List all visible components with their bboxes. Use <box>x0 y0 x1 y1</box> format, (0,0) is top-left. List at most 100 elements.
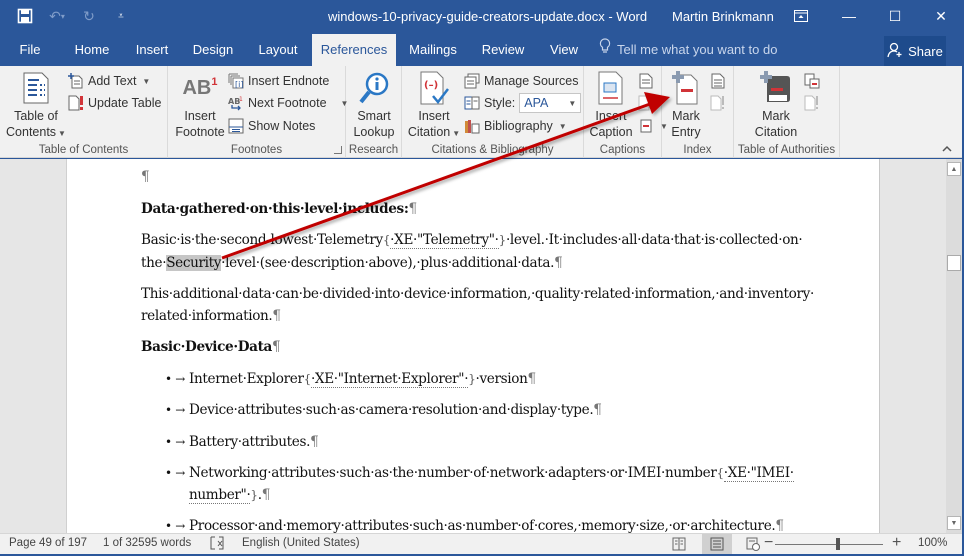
read-mode-icon[interactable] <box>664 534 694 554</box>
svg-text:1: 1 <box>239 96 243 103</box>
update-table-label: Update Table <box>88 96 162 110</box>
word-count[interactable]: 1 of 32595 words <box>103 537 191 549</box>
close-button[interactable]: ✕ <box>918 0 964 32</box>
minimize-button[interactable]: — <box>826 0 872 32</box>
xe-field-telemetry[interactable]: ·XE·"Telemetry"· <box>390 232 499 249</box>
proofing-icon[interactable] <box>210 536 224 553</box>
tab-home[interactable]: Home <box>66 34 118 66</box>
tab-design[interactable]: Design <box>188 34 238 66</box>
lightbulb-icon <box>599 34 611 66</box>
zoom-out-button[interactable]: − <box>764 534 773 552</box>
scroll-down-arrow-icon[interactable]: ▼ <box>947 516 961 530</box>
scrollbar-thumb[interactable] <box>947 255 961 271</box>
page-indicator[interactable]: Page 49 of 197 <box>9 537 87 549</box>
insert-index-icon <box>710 73 726 89</box>
style-dropdown[interactable]: APA ▼ <box>519 93 582 113</box>
insert-citation-label-2: Citation <box>407 125 451 139</box>
redo-icon[interactable]: ↻ <box>80 7 98 25</box>
share-button[interactable]: Share <box>884 36 946 66</box>
chevron-down-icon: ▼ <box>568 98 577 108</box>
tab-mailings[interactable]: Mailings <box>404 34 462 66</box>
window-title: windows-10-privacy-guide-creators-update… <box>328 9 648 24</box>
zoom-slider-thumb[interactable] <box>836 538 840 550</box>
update-index-disabled-icon <box>710 95 726 111</box>
insert-footnote-button[interactable]: AB 1 Insert Footnote <box>172 70 228 140</box>
collapse-ribbon-icon[interactable] <box>942 143 952 155</box>
add-text-label: Add Text <box>88 74 137 88</box>
language-indicator[interactable]: English (United States) <box>242 537 360 549</box>
heading-data-gathered: Data·gathered·on·this·level·includes:¶ <box>141 201 417 217</box>
undo-icon[interactable]: ↶ ▾ <box>48 7 66 25</box>
maximize-button[interactable]: ☐ <box>872 0 918 32</box>
style-value: APA <box>524 96 549 110</box>
style-icon <box>464 95 480 111</box>
insert-index-button[interactable] <box>710 71 726 91</box>
vertical-scrollbar[interactable]: ▲ ▼ <box>946 159 962 533</box>
document-page[interactable]: ¶ Data·gathered·on·this·level·includes:¶… <box>66 159 880 533</box>
insert-caption-icon <box>593 70 629 106</box>
group-label-index: Index <box>683 144 712 156</box>
bibliography-button[interactable]: Bibliography ▼ <box>464 116 567 136</box>
zoom-slider-track[interactable] <box>775 544 883 545</box>
insert-citation-icon: (–) <box>416 70 452 106</box>
xe-field-imei[interactable]: ·XE·"IMEI· <box>723 465 794 482</box>
xe-field-internet-explorer[interactable]: ·XE·"Internet·Explorer"· <box>310 371 469 388</box>
zoom-in-button[interactable]: + <box>892 534 901 552</box>
paragraph-additional-line2: related·information.¶ <box>141 308 281 324</box>
mark-entry-button[interactable]: Mark Entry <box>664 70 708 140</box>
manage-sources-button[interactable]: Manage Sources <box>464 71 579 91</box>
insert-citation-button[interactable]: (–) Insert Citation ▼ <box>406 70 462 142</box>
tab-references[interactable]: References <box>312 34 396 66</box>
list-item-continued: number"·}.¶ <box>189 487 271 504</box>
add-text-button[interactable]: Add Text ▼ <box>68 71 150 91</box>
smart-lookup-button[interactable]: Smart Lookup <box>348 70 400 140</box>
customize-qat-icon[interactable]: ⩡ <box>112 7 130 25</box>
next-footnote-label: Next Footnote <box>248 96 327 110</box>
update-table-of-authorities-button <box>804 93 820 113</box>
footnotes-dialog-launcher[interactable] <box>334 146 342 154</box>
group-label-research: Research <box>348 144 399 156</box>
selected-text-security[interactable]: Security <box>166 255 221 271</box>
next-footnote-button[interactable]: AB 1 Next Footnote ▼ <box>228 93 348 113</box>
share-label: Share <box>908 43 943 59</box>
tab-insert[interactable]: Insert <box>128 34 176 66</box>
smart-lookup-label-1: Smart <box>357 109 391 123</box>
svg-text:(–): (–) <box>424 80 438 91</box>
group-footnotes: AB 1 Insert Footnote [i] Insert Endnote A… <box>168 66 348 158</box>
group-label-toc: Table of Contents <box>38 144 129 156</box>
show-notes-button[interactable]: Show Notes <box>228 116 315 136</box>
tab-file[interactable]: File <box>12 34 48 66</box>
print-layout-icon[interactable] <box>702 534 732 554</box>
tab-view[interactable]: View <box>544 34 584 66</box>
user-name[interactable]: Martin Brinkmann <box>672 9 774 24</box>
document-area: ¶ Data·gathered·on·this·level·includes:¶… <box>0 159 948 533</box>
list-item: • → Device·attributes·such·as·camera·reso… <box>165 402 602 418</box>
table-of-contents-button[interactable]: Table of Contents ▼ <box>6 70 66 142</box>
tell-me-search[interactable]: Tell me what you want to do <box>599 34 777 66</box>
insert-footnote-label-2: Footnote <box>175 125 225 139</box>
update-table-button[interactable]: Update Table <box>68 93 161 113</box>
toc-label-1: Table of <box>14 109 58 123</box>
scroll-up-arrow-icon[interactable]: ▲ <box>947 162 961 176</box>
mark-citation-button[interactable]: Mark Citation <box>746 70 806 140</box>
update-toa-disabled-icon <box>804 95 820 111</box>
tab-layout[interactable]: Layout <box>252 34 304 66</box>
insert-caption-button[interactable]: Insert Caption <box>588 70 634 140</box>
group-table-of-contents: Table of Contents ▼ Add Text ▼ Update Tabl… <box>0 66 168 158</box>
list-item: • → Networking·attributes·such·as·the·num… <box>165 465 794 482</box>
bibliography-icon <box>464 118 480 134</box>
status-bar: Page 49 of 197 1 of 32595 words English … <box>0 533 962 554</box>
zoom-level[interactable]: 100% <box>918 537 947 549</box>
mark-citation-icon <box>758 70 794 106</box>
save-icon[interactable] <box>16 7 34 25</box>
insert-endnote-button[interactable]: [i] Insert Endnote <box>228 71 329 91</box>
heading-basic-device-data: Basic·Device·Data¶ <box>141 339 281 355</box>
update-table-of-figures-button <box>638 93 654 113</box>
ribbon-display-options-icon[interactable] <box>778 0 824 32</box>
tab-review[interactable]: Review <box>478 34 528 66</box>
mark-entry-icon <box>668 70 704 106</box>
insert-table-of-authorities-button[interactable] <box>804 71 820 91</box>
table-of-figures-icon <box>638 73 654 89</box>
insert-table-of-figures-button[interactable] <box>638 71 654 91</box>
style-selector: Style: APA ▼ <box>464 93 582 113</box>
